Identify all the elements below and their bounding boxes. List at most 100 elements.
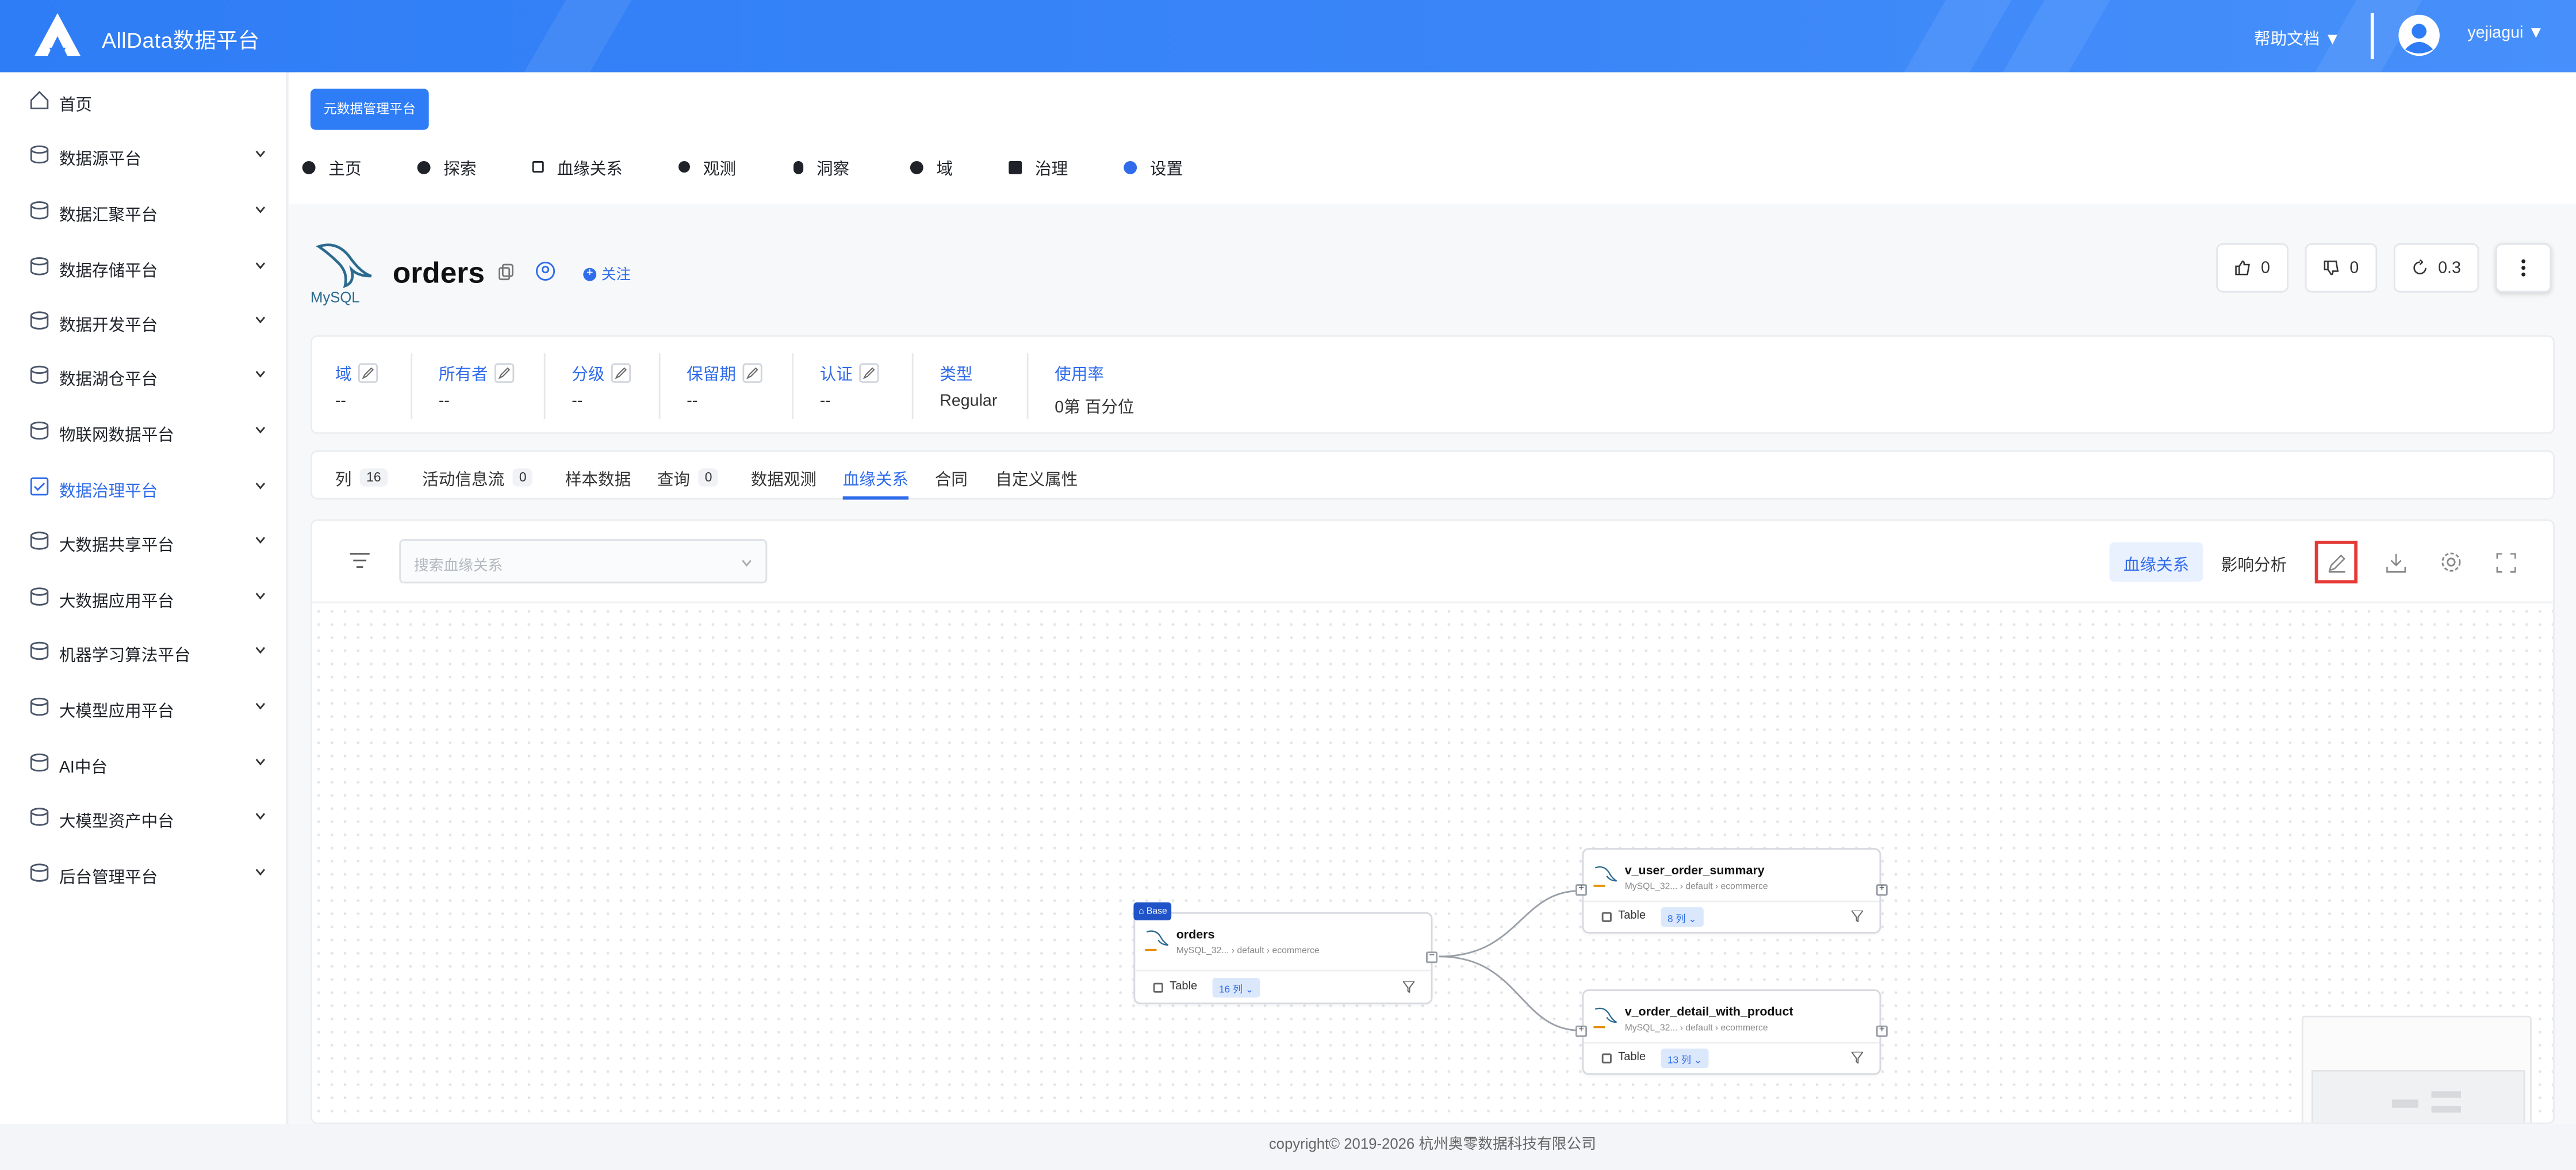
- mysql-icon: [1145, 930, 1168, 951]
- columns-toggle[interactable]: 13 列 ⌄: [1661, 1048, 1709, 1069]
- columns-toggle[interactable]: 8 列 ⌄: [1661, 907, 1704, 927]
- sidebar-item-10[interactable]: 机器学习算法平台: [0, 628, 288, 674]
- user-avatar[interactable]: [2398, 14, 2440, 56]
- edit-icon[interactable]: [358, 362, 378, 383]
- sidebar-item-1[interactable]: 数据源平台: [0, 132, 288, 178]
- entity-title: orders: [392, 256, 485, 289]
- nav-insight[interactable]: 洞察: [793, 155, 849, 179]
- help-docs-menu[interactable]: 帮助文档 ▼: [2254, 25, 2341, 49]
- node-filter-icon[interactable]: [1403, 981, 1414, 993]
- node-path: MySQL_32... › default › ecommerce: [1624, 1024, 1768, 1034]
- expand-downstream-port[interactable]: +: [1876, 1025, 1888, 1037]
- expand-upstream-port[interactable]: +: [1575, 1025, 1587, 1037]
- info-key-3: 保留期: [687, 360, 762, 385]
- node-divider: [1584, 1042, 1880, 1044]
- fullscreen-button[interactable]: [2484, 541, 2527, 583]
- grid-icon: [30, 311, 49, 330]
- entity-tabs: 列 16 活动信息流 0 样本数据 查询 0 数据观测 血缘关系 合同 自定义属性: [310, 450, 2555, 500]
- lineage-minimap[interactable]: [2301, 1015, 2532, 1123]
- expand-downstream-port[interactable]: +: [1876, 884, 1888, 896]
- edit-icon[interactable]: [611, 362, 631, 383]
- svg-text:MySQL: MySQL: [310, 290, 360, 306]
- more-vertical-icon: [2521, 259, 2525, 277]
- tab-1[interactable]: 活动信息流 0: [422, 465, 534, 490]
- settings-button[interactable]: [2430, 541, 2472, 583]
- tab-label: 样本数据: [565, 472, 631, 490]
- nav-governance[interactable]: 治理: [1009, 155, 1068, 179]
- tab-label: 合同: [934, 472, 968, 490]
- impact-analysis-button[interactable]: 影响分析: [2221, 550, 2287, 575]
- lineage-mode-button[interactable]: 血缘关系: [2109, 542, 2203, 582]
- tab-2[interactable]: 样本数据: [565, 465, 631, 490]
- app-brand[interactable]: AllData数据平台: [102, 23, 260, 54]
- metadata-platform-button[interactable]: 元数据管理平台: [310, 89, 429, 130]
- user-menu[interactable]: yejiagui ▼: [2467, 25, 2544, 43]
- nav-settings[interactable]: 设置: [1124, 155, 1183, 179]
- table-icon: [1153, 982, 1163, 992]
- tab-label: 自定义属性: [995, 472, 1078, 490]
- edit-icon[interactable]: [742, 362, 762, 383]
- like-count: 0: [2261, 259, 2270, 277]
- sidebar-item-6[interactable]: 物联网数据平台: [0, 408, 288, 454]
- settings-icon: [1124, 160, 1137, 174]
- node-filter-icon[interactable]: [1851, 1052, 1863, 1064]
- nav-home[interactable]: 主页: [302, 155, 362, 179]
- lineage-search-input[interactable]: 搜索血缘关系: [399, 539, 768, 584]
- info-key-0: 域: [335, 360, 378, 385]
- nav-lineage[interactable]: 血缘关系: [532, 155, 623, 179]
- nav-explore[interactable]: 探索: [417, 155, 477, 179]
- sidebar-item-11[interactable]: 大模型应用平台: [0, 684, 288, 730]
- governance-icon: [1009, 160, 1022, 174]
- lineage-canvas[interactable]: ⌂ Base orders MySQL_32... › default › ec…: [312, 605, 2554, 1123]
- info-divider: [792, 353, 793, 419]
- tab-0[interactable]: 列 16: [335, 465, 388, 490]
- base-badge: ⌂ Base: [1133, 902, 1172, 920]
- download-button[interactable]: [2374, 541, 2417, 583]
- sidebar-item-4[interactable]: 数据开发平台: [0, 297, 288, 343]
- tab-4[interactable]: 数据观测: [751, 465, 816, 490]
- nav-observe[interactable]: 观测: [678, 155, 736, 179]
- version-button[interactable]: 0.3: [2393, 243, 2479, 293]
- follow-button[interactable]: + 关注: [583, 263, 631, 284]
- sidebar-item-5[interactable]: 数据湖仓平台: [0, 351, 288, 397]
- nav-domain[interactable]: 域: [910, 155, 953, 179]
- like-button[interactable]: 0: [2216, 243, 2288, 293]
- alldata-logo-icon[interactable]: [33, 12, 82, 58]
- copy-icon[interactable]: [498, 263, 515, 281]
- columns-toggle[interactable]: 16 列 ⌄: [1212, 978, 1260, 998]
- filter-icon[interactable]: [350, 552, 370, 569]
- collapse-port[interactable]: −: [1426, 951, 1438, 963]
- chevron-down-icon: [255, 483, 266, 490]
- sidebar-item-0[interactable]: 首页: [0, 77, 288, 123]
- dislike-button[interactable]: 0: [2305, 243, 2378, 293]
- node-filter-icon[interactable]: [1851, 910, 1863, 922]
- minimap-viewport[interactable]: [2312, 1070, 2525, 1123]
- sidebar-item-3[interactable]: 数据存储平台: [0, 243, 288, 289]
- lineage-node-orders[interactable]: ⌂ Base orders MySQL_32... › default › ec…: [1133, 902, 1433, 1004]
- sidebar-item-8[interactable]: 大数据共享平台: [0, 518, 288, 564]
- top-bar: AllData数据平台 帮助文档 ▼ yejiagui ▼: [0, 0, 2576, 72]
- sidebar-item-7[interactable]: 数据治理平台: [0, 464, 288, 510]
- more-actions-button[interactable]: [2496, 243, 2552, 293]
- sidebar-item-label: 数据开发平台: [59, 317, 158, 335]
- edit-lineage-button[interactable]: [2314, 541, 2358, 584]
- sidebar-item-2[interactable]: 数据汇聚平台: [0, 188, 288, 234]
- lake-icon: [30, 365, 49, 384]
- lineage-node-v-user-order-summary[interactable]: v_user_order_summary MySQL_32... › defau…: [1582, 848, 1881, 934]
- sidebar-item-14[interactable]: 后台管理平台: [0, 850, 288, 896]
- tab-7[interactable]: 自定义属性: [995, 465, 1078, 490]
- sidebar-item-13[interactable]: 大模型资产中台: [0, 794, 288, 840]
- edit-icon[interactable]: [859, 362, 879, 383]
- expand-upstream-port[interactable]: +: [1575, 884, 1587, 896]
- tab-label: 列: [335, 472, 352, 490]
- info-key-2: 分级: [572, 360, 631, 385]
- tab-3[interactable]: 查询 0: [657, 465, 719, 490]
- tab-5[interactable]: 血缘关系: [843, 465, 908, 490]
- edit-icon[interactable]: [494, 362, 515, 383]
- sidebar-item-12[interactable]: AI中台: [0, 740, 288, 786]
- location-icon[interactable]: [535, 261, 555, 281]
- tab-6[interactable]: 合同: [935, 465, 968, 490]
- sidebar-item-9[interactable]: 大数据应用平台: [0, 573, 288, 620]
- lineage-node-v-order-detail-with-product[interactable]: v_order_detail_with_product MySQL_32... …: [1582, 989, 1881, 1075]
- tab-label: 活动信息流: [422, 472, 505, 490]
